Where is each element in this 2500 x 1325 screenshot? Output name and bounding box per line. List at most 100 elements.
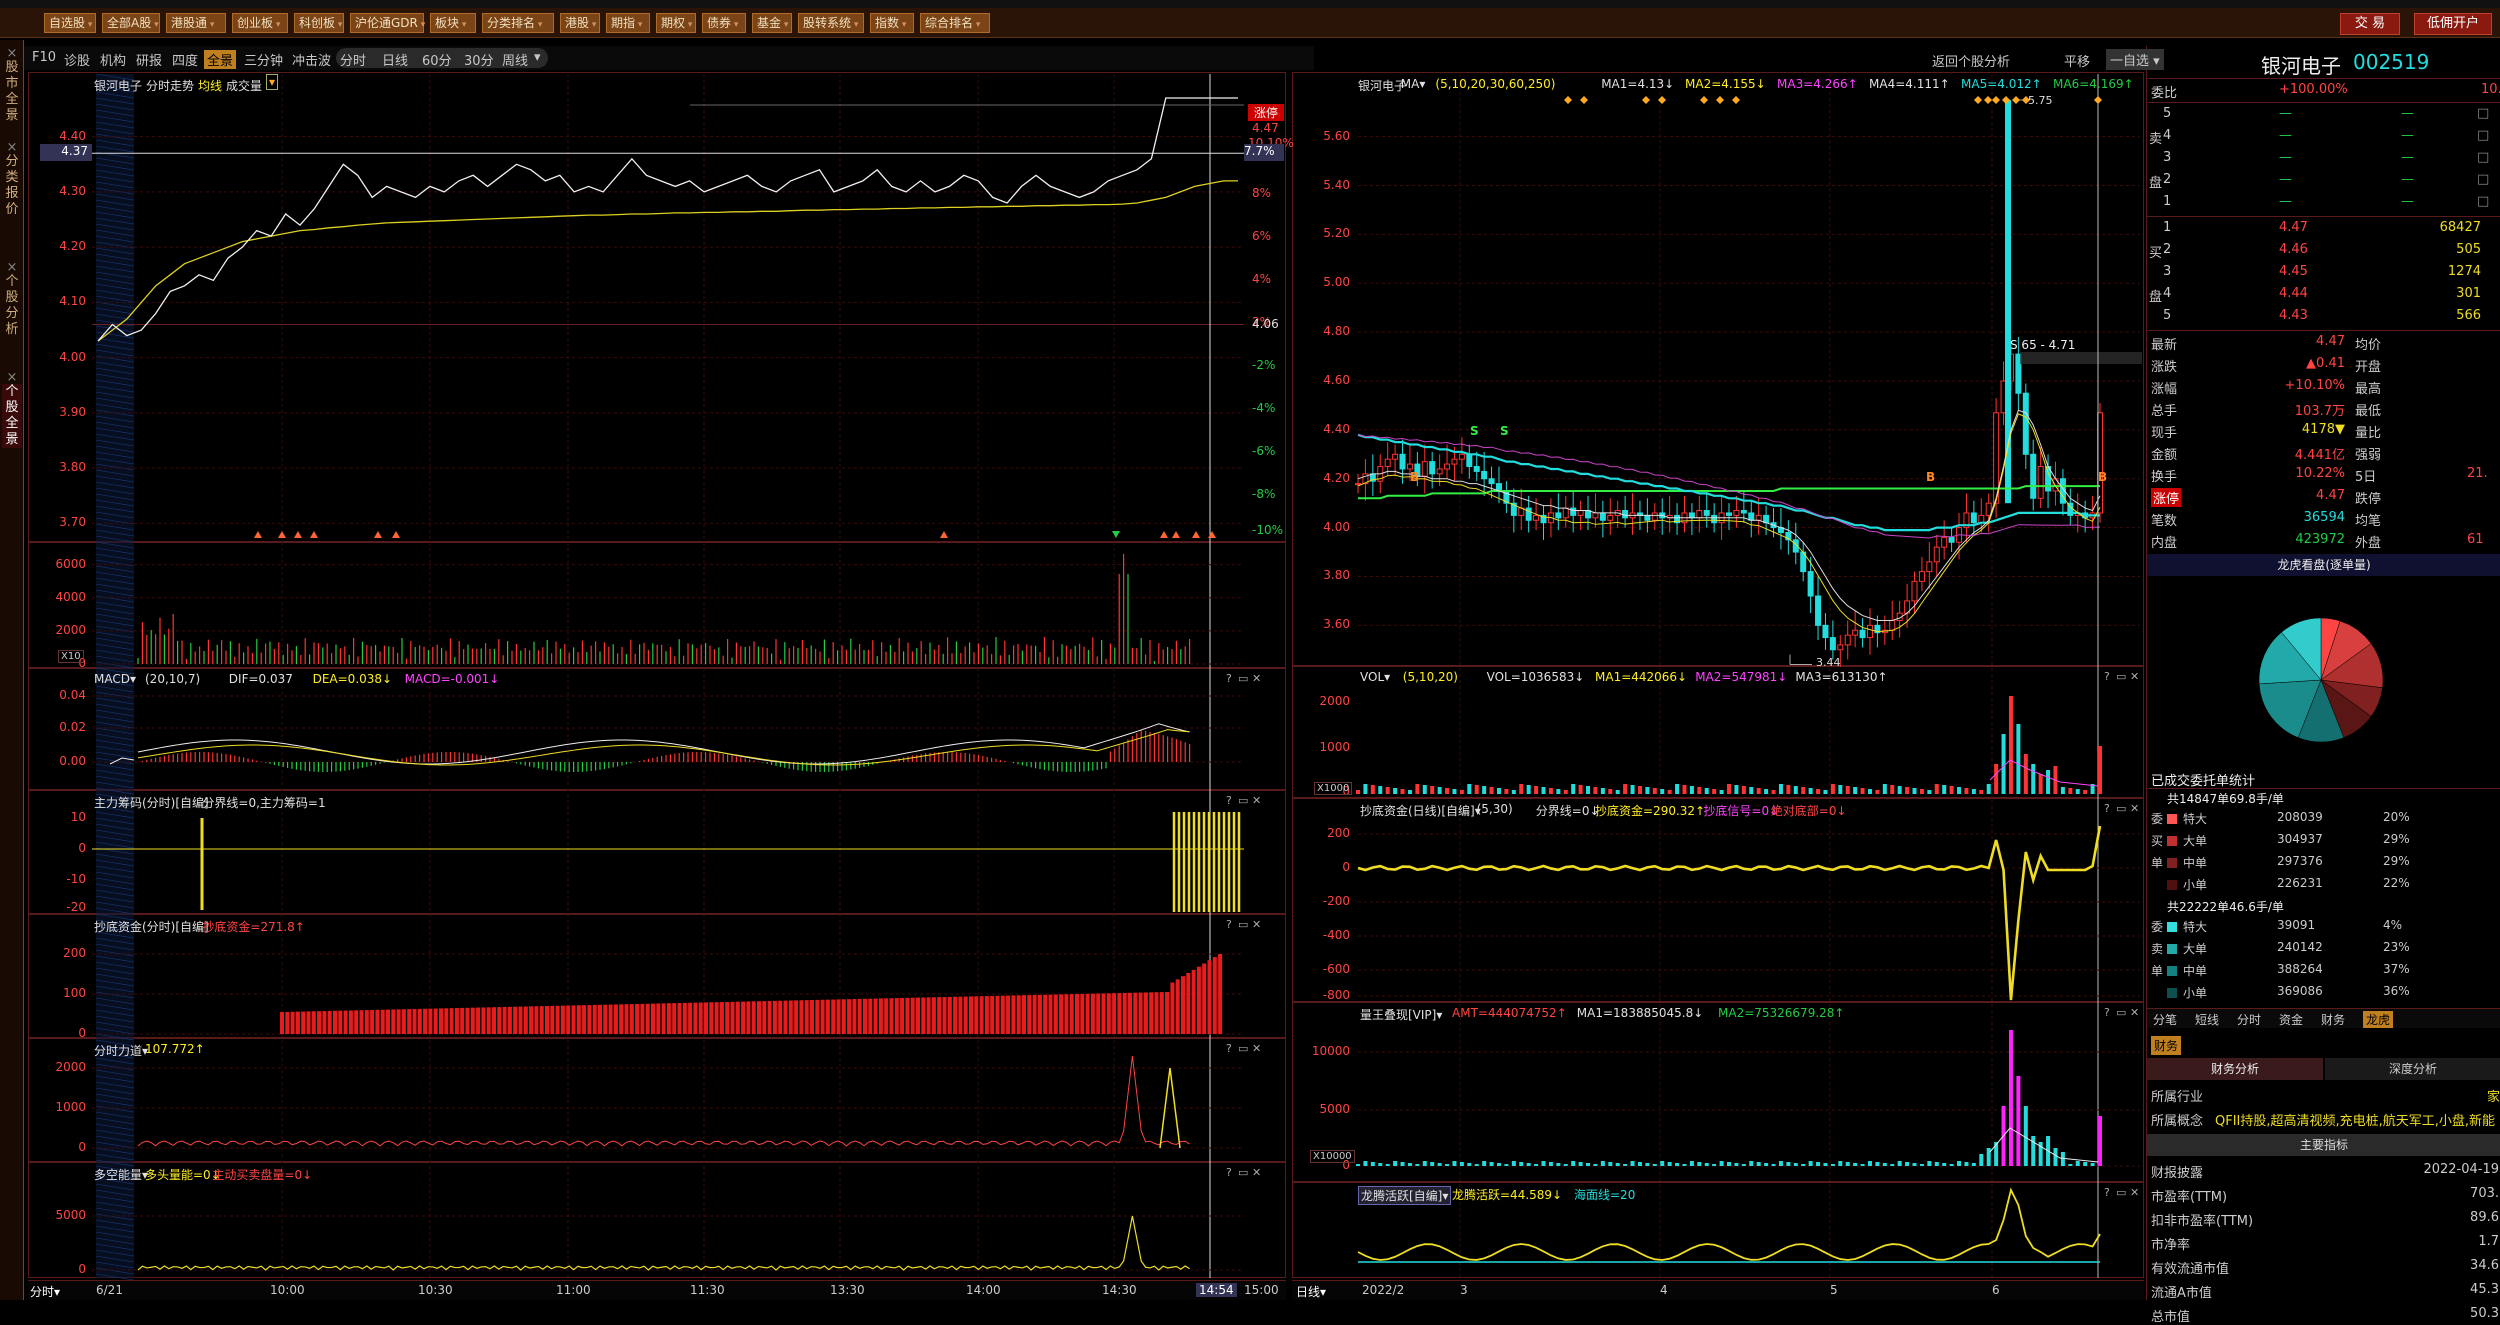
sell-row-vol: 369086 xyxy=(2277,984,2323,998)
minimize-icon[interactable]: ▭ xyxy=(1238,794,1248,807)
close-icon[interactable]: ✕ xyxy=(1252,1166,1261,1179)
trade-button[interactable]: 交 易 xyxy=(2340,13,2400,35)
minimize-icon[interactable]: ▭ xyxy=(1238,918,1248,931)
menu-item-13[interactable]: 股转系统 ▾ xyxy=(798,13,864,33)
buy-price: 4.46 xyxy=(2279,242,2308,257)
help-icon[interactable]: ? xyxy=(1226,794,1232,807)
help-icon[interactable]: ? xyxy=(1226,672,1232,685)
close-icon[interactable]: ✕ xyxy=(2130,802,2139,815)
menu-item-8[interactable]: 港股 ▾ xyxy=(560,13,600,33)
menu-item-6[interactable]: 板块 ▾ xyxy=(430,13,476,33)
tab-3[interactable]: 资金 xyxy=(2279,1011,2303,1028)
intraday-menu-icon[interactable]: ▾ xyxy=(266,74,279,90)
close-icon[interactable]: ✕ xyxy=(2130,1006,2139,1019)
sell-row-swatch xyxy=(2167,988,2177,998)
menu-item-0[interactable]: 自选股 ▾ xyxy=(44,13,96,33)
fin-row-label: 有效流通市值 xyxy=(2151,1262,2230,1277)
buy-row-swatch xyxy=(2167,814,2177,824)
candle-body xyxy=(1711,514,1718,524)
limit-badge: 涨停 xyxy=(1248,104,1284,121)
fin-subtab-0[interactable]: 财务分析 xyxy=(2147,1058,2323,1080)
liangwang-ma1: MA1=183885045.8↓ xyxy=(1576,1006,1704,1020)
chevron-down-icon: ▾ xyxy=(85,20,93,30)
checkbox-icon[interactable]: □ xyxy=(2477,150,2489,165)
event-diamond xyxy=(1992,96,2000,104)
time-label: 14:54 xyxy=(1196,1283,1237,1297)
minimize-icon[interactable]: ▭ xyxy=(2116,670,2126,683)
close-icon[interactable]: ✕ xyxy=(1252,672,1261,685)
tab-1[interactable]: 短线 xyxy=(2195,1011,2219,1028)
menu-item-label: 创业板 xyxy=(237,16,274,30)
minimize-icon[interactable]: ▭ xyxy=(2116,1006,2126,1019)
close-icon[interactable]: ✕ xyxy=(2130,670,2139,683)
menu-item-7[interactable]: 分类排名 ▾ xyxy=(482,13,554,33)
help-icon[interactable]: ? xyxy=(2104,1186,2110,1199)
help-icon[interactable]: ? xyxy=(1226,1042,1232,1055)
event-diamond xyxy=(1564,96,1572,104)
legend-avg: 均线 xyxy=(198,79,223,93)
fin-row-label: 市净率 xyxy=(2151,1238,2191,1253)
close-icon[interactable]: ✕ xyxy=(1252,794,1261,807)
event-diamond xyxy=(1700,96,1708,104)
help-icon[interactable]: ? xyxy=(1226,1166,1232,1179)
menu-item-15[interactable]: 综合排名 ▾ xyxy=(920,13,990,33)
back-to-analysis[interactable]: 返回个股分析 xyxy=(1932,51,2010,70)
help-icon[interactable]: ? xyxy=(2104,802,2110,815)
daily-period-label[interactable]: 日线▾ xyxy=(1296,1283,1326,1300)
sell-level: 2 xyxy=(2163,172,2172,187)
menu-item-14[interactable]: 指数 ▾ xyxy=(870,13,914,33)
chaodi-d-tick: -400 xyxy=(1322,928,1350,942)
pct-tick: -2% xyxy=(1252,358,1276,372)
minimize-icon[interactable]: ▭ xyxy=(1238,1042,1248,1055)
menu-item-12[interactable]: 基金 ▾ xyxy=(752,13,792,33)
tab-5[interactable]: 龙虎 xyxy=(2363,1011,2394,1028)
buy-level: 5 xyxy=(2163,308,2172,323)
fin-subtab-1[interactable]: 深度分析 xyxy=(2325,1058,2500,1080)
tab-2[interactable]: 分时 xyxy=(2237,1011,2261,1028)
menu-item-10[interactable]: 期权 ▾ xyxy=(656,13,696,33)
minimize-icon[interactable]: ▭ xyxy=(2116,1186,2126,1199)
time-label: 15:00 xyxy=(1244,1283,1279,1297)
menu-item-9[interactable]: 期指 ▾ xyxy=(606,13,650,33)
help-icon[interactable]: ? xyxy=(2104,1006,2110,1019)
minimize-icon[interactable]: ▭ xyxy=(2116,802,2126,815)
vol-ma1: MA1=442066↓ xyxy=(1595,670,1688,684)
watchlist-dropdown[interactable]: 一自选 ▾ xyxy=(2106,49,2164,70)
menu-item-4[interactable]: 科创板 ▾ xyxy=(294,13,344,33)
minimize-icon[interactable]: ▭ xyxy=(1238,1166,1248,1179)
sell-vol: — xyxy=(2401,106,2414,121)
checkbox-icon[interactable]: □ xyxy=(2477,106,2489,121)
longteng-label[interactable]: 龙腾活跃[自编]▾ xyxy=(1358,1186,1452,1205)
period-label[interactable]: 分时▾ xyxy=(30,1283,60,1300)
help-icon[interactable]: ? xyxy=(1226,918,1232,931)
fin-tab[interactable]: 财务 xyxy=(2151,1036,2182,1055)
ma-label: MA▾ xyxy=(1400,77,1426,91)
tab-0[interactable]: 分笔 xyxy=(2153,1011,2177,1028)
fin-row-label: 财报披露 xyxy=(2151,1166,2204,1181)
minimize-icon[interactable]: ▭ xyxy=(1238,672,1248,685)
close-icon[interactable]: ✕ xyxy=(1252,1042,1261,1055)
vol-ma-line xyxy=(1989,759,2099,787)
fin-row-value: 1.7 xyxy=(2478,1234,2499,1249)
menu-item-2[interactable]: 港股通 ▾ xyxy=(166,13,226,33)
chaodi-d-tick: -800 xyxy=(1322,988,1350,1002)
pan-button[interactable]: 平移 xyxy=(2064,51,2090,70)
menu-item-3[interactable]: 创业板 ▾ xyxy=(232,13,288,33)
candle-body xyxy=(1622,510,1629,519)
daily-price-tick: 5.00 xyxy=(1323,275,1350,290)
close-icon[interactable]: ✕ xyxy=(1252,918,1261,931)
help-icon[interactable]: ? xyxy=(2104,670,2110,683)
menu-item-1[interactable]: 全部A股 ▾ xyxy=(102,13,160,33)
checkbox-icon[interactable]: □ xyxy=(2477,128,2489,143)
checkbox-icon[interactable]: □ xyxy=(2477,194,2489,209)
vol-tick: 4000 xyxy=(55,589,86,604)
duokong-text2: 主动买卖盘量=0↓ xyxy=(212,1168,313,1182)
fin-row-value: 34.6 xyxy=(2470,1258,2499,1273)
menu-item-11[interactable]: 债券 ▾ xyxy=(702,13,746,33)
stat-value: 423972 xyxy=(2295,532,2345,547)
tab-4[interactable]: 财务 xyxy=(2321,1011,2345,1028)
checkbox-icon[interactable]: □ xyxy=(2477,172,2489,187)
open-account-button[interactable]: 低佣开户 xyxy=(2414,13,2492,35)
menu-item-5[interactable]: 沪伦通GDR ▾ xyxy=(350,13,425,33)
close-icon[interactable]: ✕ xyxy=(2130,1186,2139,1199)
